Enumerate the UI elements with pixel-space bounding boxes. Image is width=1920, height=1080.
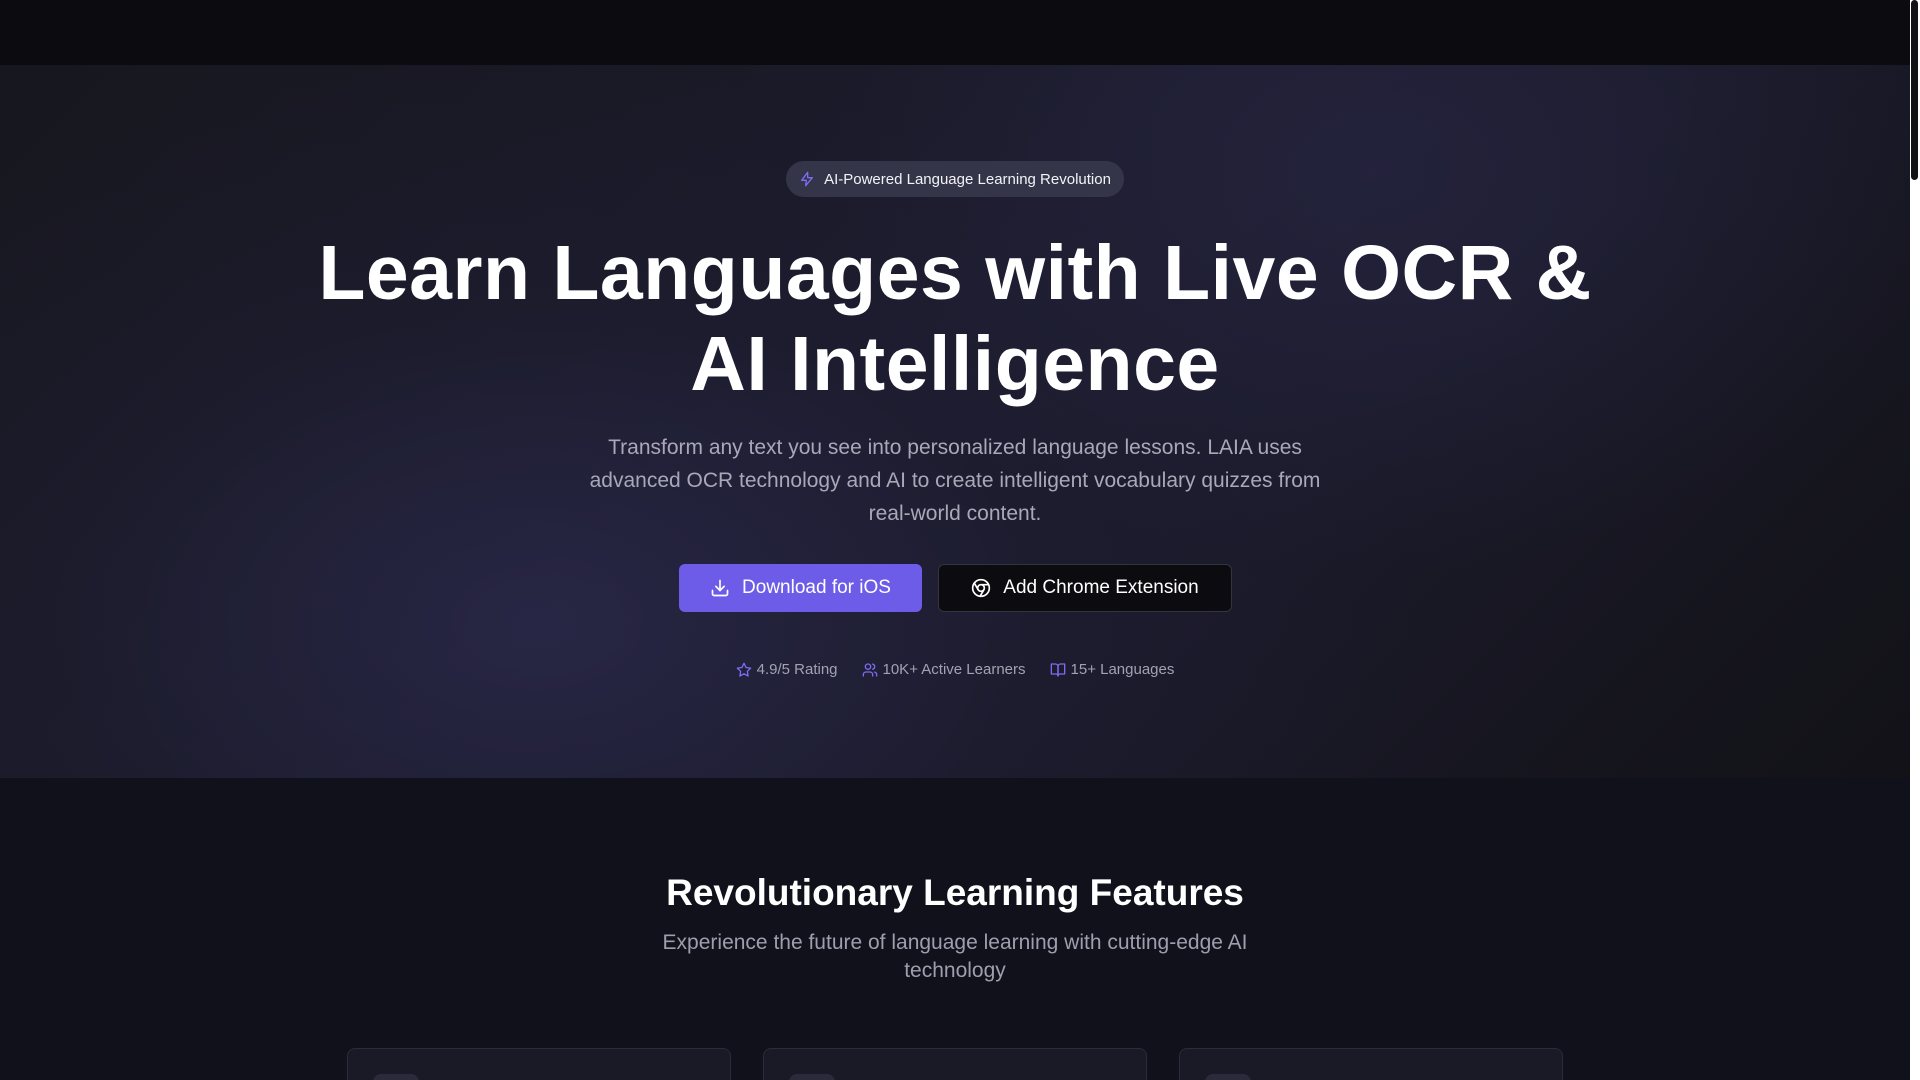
star-icon <box>736 662 751 677</box>
chrome-icon <box>972 578 991 598</box>
hero-subtitle-line-2: advanced OCR technology and AI to create… <box>589 469 1321 492</box>
users-icon <box>862 662 877 677</box>
features-subtitle-line-1: Experience the future of language learni… <box>662 931 1248 954</box>
stat-languages-label: 15+ Languages <box>1070 661 1175 678</box>
book-icon <box>1050 662 1065 677</box>
feature-card-icon <box>1205 1074 1251 1080</box>
hero-title: Learn Languages with Live OCR & AI Intel… <box>300 228 1610 410</box>
hero-subtitle-line-3: real-world content. <box>868 502 1042 525</box>
hero-title-line-2: AI Intelligence <box>690 321 1220 407</box>
stat-rating-label: 4.9/5 Rating <box>756 661 838 678</box>
feature-card <box>763 1048 1147 1080</box>
scrollbar-thumb[interactable] <box>1911 0 1918 180</box>
stat-learners-label: 10K+ Active Learners <box>882 661 1026 678</box>
download-ios-label: Download for iOS <box>742 577 891 598</box>
features-subtitle-line-2: technology <box>904 959 1006 982</box>
feature-card <box>347 1048 731 1080</box>
landing-page: AI-Powered Language Learning Revolution … <box>0 0 1910 1080</box>
hero-title-line-1: Learn Languages with Live OCR & <box>318 230 1592 316</box>
hero-subtitle-line-1: Transform any text you see into personal… <box>608 436 1302 459</box>
feature-card-icon <box>789 1074 835 1080</box>
lightning-icon <box>801 171 814 187</box>
add-chrome-extension-button[interactable]: Add Chrome Extension <box>938 564 1232 612</box>
features-title: Revolutionary Learning Features <box>666 872 1244 913</box>
stats-row: 4.9/5 Rating 10K+ Active Learners 15+ La… <box>0 661 1910 678</box>
badge-text: AI-Powered Language Learning Revolution <box>824 170 1111 188</box>
feature-card-icon <box>373 1074 419 1080</box>
download-ios-button[interactable]: Download for iOS <box>679 564 922 612</box>
top-navigation-bar <box>0 0 1910 65</box>
stat-learners: 10K+ Active Learners <box>862 661 1026 678</box>
add-chrome-extension-label: Add Chrome Extension <box>1003 577 1199 598</box>
download-icon <box>711 579 729 597</box>
ai-powered-badge: AI-Powered Language Learning Revolution <box>786 161 1124 197</box>
stat-languages: 15+ Languages <box>1050 661 1175 678</box>
features-subtitle: Experience the future of language learni… <box>640 929 1270 985</box>
feature-card <box>1179 1048 1563 1080</box>
stat-rating: 4.9/5 Rating <box>736 661 838 678</box>
hero-subtitle: Transform any text you see into personal… <box>575 431 1335 530</box>
